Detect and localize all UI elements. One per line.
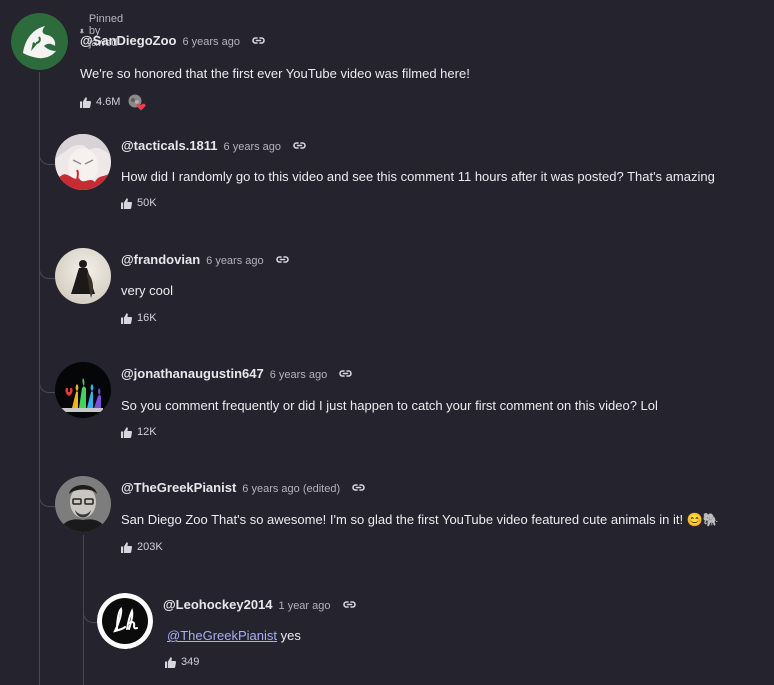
link-icon[interactable]	[251, 35, 266, 46]
comment-text: How did I randomly go to this video and …	[121, 169, 715, 184]
comment-author[interactable]: @frandovian	[121, 252, 200, 267]
comment-author[interactable]: @jonathanaugustin647	[121, 366, 264, 381]
avatar[interactable]	[55, 476, 111, 532]
thumbs-up-icon	[121, 197, 132, 209]
link-icon[interactable]	[292, 140, 307, 151]
comment-text: @TheGreekPianist yes	[167, 628, 301, 643]
thumbs-up-icon	[121, 541, 132, 553]
link-icon[interactable]	[275, 254, 290, 265]
comment-text: very cool	[121, 283, 174, 298]
comment-timestamp[interactable]: 6 years ago (edited)	[242, 483, 340, 495]
link-icon[interactable]	[342, 599, 357, 610]
comment-text: So you comment frequently or did I just …	[121, 398, 658, 413]
like-button[interactable]: 50K	[121, 197, 157, 209]
like-button[interactable]: 203K	[121, 541, 163, 553]
creator-heart-icon	[128, 94, 146, 111]
comment-author[interactable]: @Leohockey2014	[163, 597, 273, 612]
comment-timestamp[interactable]: 6 years ago	[224, 141, 281, 153]
like-button[interactable]: 12K	[121, 426, 157, 438]
thumbs-up-icon	[165, 656, 176, 668]
comment-text: We're so honored that the first ever You…	[80, 66, 470, 81]
like-count: 16K	[137, 312, 157, 324]
like-count: 50K	[137, 197, 157, 209]
comment-timestamp[interactable]: 6 years ago	[270, 369, 327, 381]
thumbs-up-icon	[121, 426, 132, 438]
comment-timestamp[interactable]: 6 years ago	[206, 255, 263, 267]
link-icon[interactable]	[338, 368, 353, 379]
thread-connector	[39, 120, 55, 165]
thumbs-up-icon	[121, 312, 132, 324]
comment-author[interactable]: @tacticals.1811	[121, 138, 218, 153]
thread-connector	[39, 348, 55, 393]
comment-timestamp[interactable]: 1 year ago	[279, 600, 331, 612]
thumbs-up-icon	[80, 96, 91, 108]
thread-connector	[39, 234, 55, 279]
comment-text-content: yes	[280, 628, 301, 643]
avatar[interactable]	[11, 13, 68, 70]
like-count: 203K	[137, 541, 163, 553]
avatar[interactable]	[55, 362, 111, 418]
comment-author[interactable]: @SanDiegoZoo	[80, 33, 176, 48]
like-count: 349	[181, 656, 200, 668]
comment-text: San Diego Zoo That's so awesome! I'm so …	[121, 512, 720, 527]
avatar[interactable]	[97, 593, 153, 649]
comment-timestamp[interactable]: 6 years ago	[182, 36, 239, 48]
like-count: 4.6M	[96, 96, 121, 108]
avatar[interactable]	[55, 248, 111, 304]
like-button[interactable]: 16K	[121, 312, 157, 324]
like-count: 12K	[137, 426, 157, 438]
thread-connector	[83, 578, 98, 623]
comment-author[interactable]: @TheGreekPianist	[121, 480, 236, 495]
like-button[interactable]: 4.6M	[80, 96, 120, 108]
thread-connector	[39, 462, 55, 507]
like-button[interactable]: 349	[165, 656, 199, 668]
mention-link[interactable]: @TheGreekPianist	[167, 628, 277, 643]
link-icon[interactable]	[351, 482, 366, 493]
avatar[interactable]	[55, 134, 111, 190]
